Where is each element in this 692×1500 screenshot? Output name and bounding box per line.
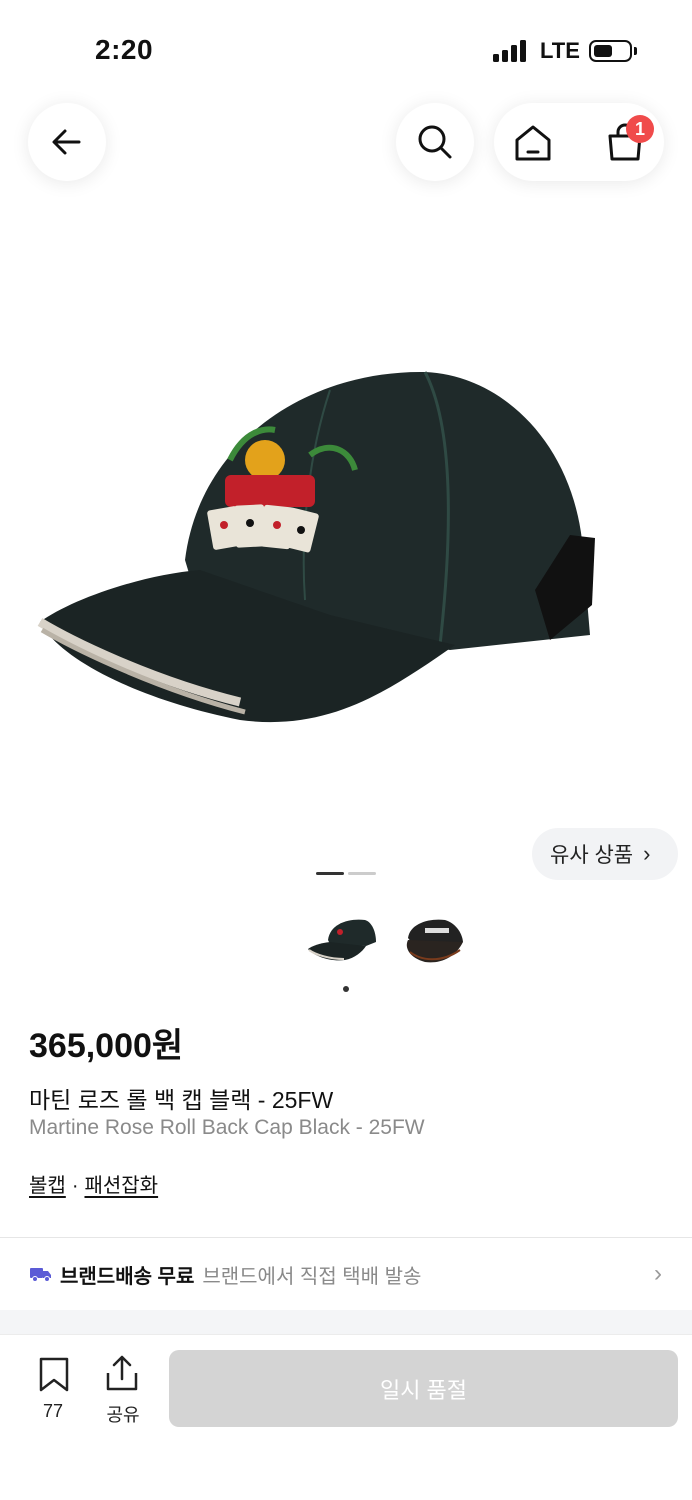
- status-time: 2:20: [95, 34, 154, 65]
- product-thumbnails[interactable]: [300, 908, 480, 978]
- sold-out-button[interactable]: 일시 품절: [169, 1350, 678, 1427]
- thumbnail-1[interactable]: [308, 919, 376, 961]
- category-link[interactable]: 패션잡화: [84, 1175, 158, 1197]
- chevron-right-icon: ›: [654, 1260, 662, 1287]
- shipping-detail: 브랜드에서 직접 택배 발송: [202, 1265, 422, 1288]
- bottom-action-bar: 77 공유 일시 품절: [0, 1334, 692, 1500]
- network-label: LTE: [540, 38, 580, 63]
- search-icon: [418, 125, 452, 159]
- thumbnail-2[interactable]: [406, 919, 463, 963]
- status-bar: 2:20 LTE: [0, 0, 692, 100]
- thumbnail-indicator: [343, 986, 349, 992]
- product-title: 마틴 로즈 롤 백 캡 블랙 - 25FW: [29, 1087, 334, 1113]
- cart-count-badge: 1: [626, 115, 654, 143]
- share-label: 공유: [106, 1405, 140, 1425]
- bookmark-icon: [39, 1357, 69, 1392]
- back-button[interactable]: [28, 103, 106, 181]
- home-icon: [515, 125, 551, 161]
- back-arrow-icon: [52, 129, 81, 155]
- share-button[interactable]: [104, 1355, 144, 1395]
- image-indicator: [348, 872, 376, 875]
- battery-icon: [589, 40, 632, 62]
- shipping-title: 브랜드배송 무료: [60, 1265, 195, 1288]
- signal-icon: [493, 40, 529, 62]
- image-indicator-active: [316, 872, 344, 875]
- chevron-right-icon: ›: [643, 841, 651, 866]
- truck-icon: [30, 1268, 51, 1282]
- similar-products-button[interactable]: 유사 상품 ›: [532, 828, 678, 880]
- product-categories: 볼캡 · 패션잡화: [29, 1169, 158, 1198]
- sold-out-label: 일시 품절: [379, 1377, 468, 1403]
- similar-products-label: 유사 상품: [550, 844, 634, 867]
- share-icon: [106, 1355, 138, 1391]
- home-button[interactable]: [508, 121, 558, 165]
- category-separator: ·: [71, 1175, 79, 1197]
- category-link[interactable]: 볼캡: [29, 1175, 66, 1197]
- product-title-english: Martine Rose Roll Back Cap Black - 25FW: [29, 1116, 425, 1139]
- product-image[interactable]: [30, 360, 610, 760]
- bookmark-count: 77: [42, 1401, 64, 1421]
- shipping-info-row[interactable]: 브랜드배송 무료 브랜드에서 직접 택배 발송 ›: [0, 1238, 692, 1310]
- search-button[interactable]: [396, 103, 474, 181]
- section-separator: [0, 1310, 692, 1334]
- header-actions: 1: [494, 103, 664, 181]
- product-price: 365,000원: [29, 1027, 184, 1065]
